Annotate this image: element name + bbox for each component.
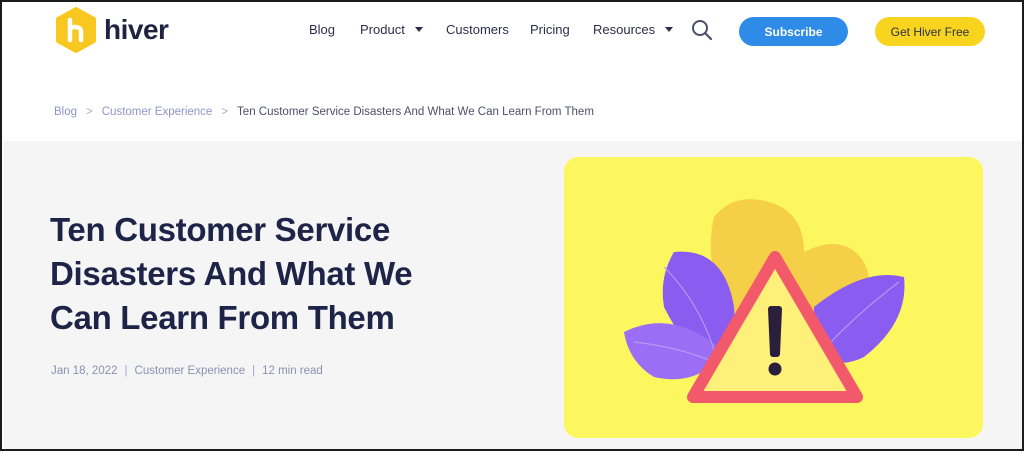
- breadcrumb-current: Ten Customer Service Disasters And What …: [237, 106, 594, 118]
- warning-illustration: [624, 199, 905, 403]
- meta-separator: |: [252, 365, 256, 377]
- chevron-down-icon: [665, 27, 674, 32]
- article-category[interactable]: Customer Experience: [135, 365, 246, 377]
- article-title-line: Can Learn From Them: [50, 299, 395, 336]
- nav-resources[interactable]: Resources: [593, 22, 674, 37]
- breadcrumb-customer-experience[interactable]: Customer Experience: [102, 106, 213, 118]
- hiver-logo[interactable]: hiver: [54, 7, 169, 53]
- search-icon[interactable]: [690, 18, 714, 42]
- nav-customers[interactable]: Customers: [446, 22, 509, 37]
- hiver-logo-icon: [56, 7, 96, 53]
- brand-name: hiver: [104, 14, 169, 45]
- article-meta: Jan 18, 2022 | Customer Experience | 12 …: [51, 365, 323, 377]
- nav-product[interactable]: Product: [360, 22, 423, 37]
- chevron-down-icon: [414, 27, 423, 32]
- nav-resources-label: Resources: [593, 22, 656, 37]
- nav-blog[interactable]: Blog: [309, 22, 335, 37]
- meta-separator: |: [124, 365, 128, 377]
- breadcrumb: Blog > Customer Experience > Ten Custome…: [54, 106, 594, 118]
- article-title-line: Ten Customer Service: [50, 211, 391, 248]
- site-header: hiver Blog Product Customers Pricing Res…: [2, 2, 1022, 64]
- hero-illustration: [564, 157, 983, 438]
- breadcrumb-separator: >: [86, 106, 93, 118]
- get-hiver-free-button[interactable]: Get Hiver Free: [875, 17, 985, 46]
- nav-product-label: Product: [360, 22, 405, 37]
- nav-pricing[interactable]: Pricing: [530, 22, 570, 37]
- article-read-time: 12 min read: [262, 365, 323, 377]
- page-frame: hiver Blog Product Customers Pricing Res…: [0, 0, 1024, 451]
- breadcrumb-blog[interactable]: Blog: [54, 106, 77, 118]
- article-title: Ten Customer Service Disasters And What …: [50, 208, 470, 340]
- breadcrumb-separator: >: [221, 106, 229, 118]
- subscribe-button[interactable]: Subscribe: [739, 17, 848, 46]
- article-title-line: Disasters And What We: [50, 255, 413, 292]
- article-date: Jan 18, 2022: [51, 365, 118, 377]
